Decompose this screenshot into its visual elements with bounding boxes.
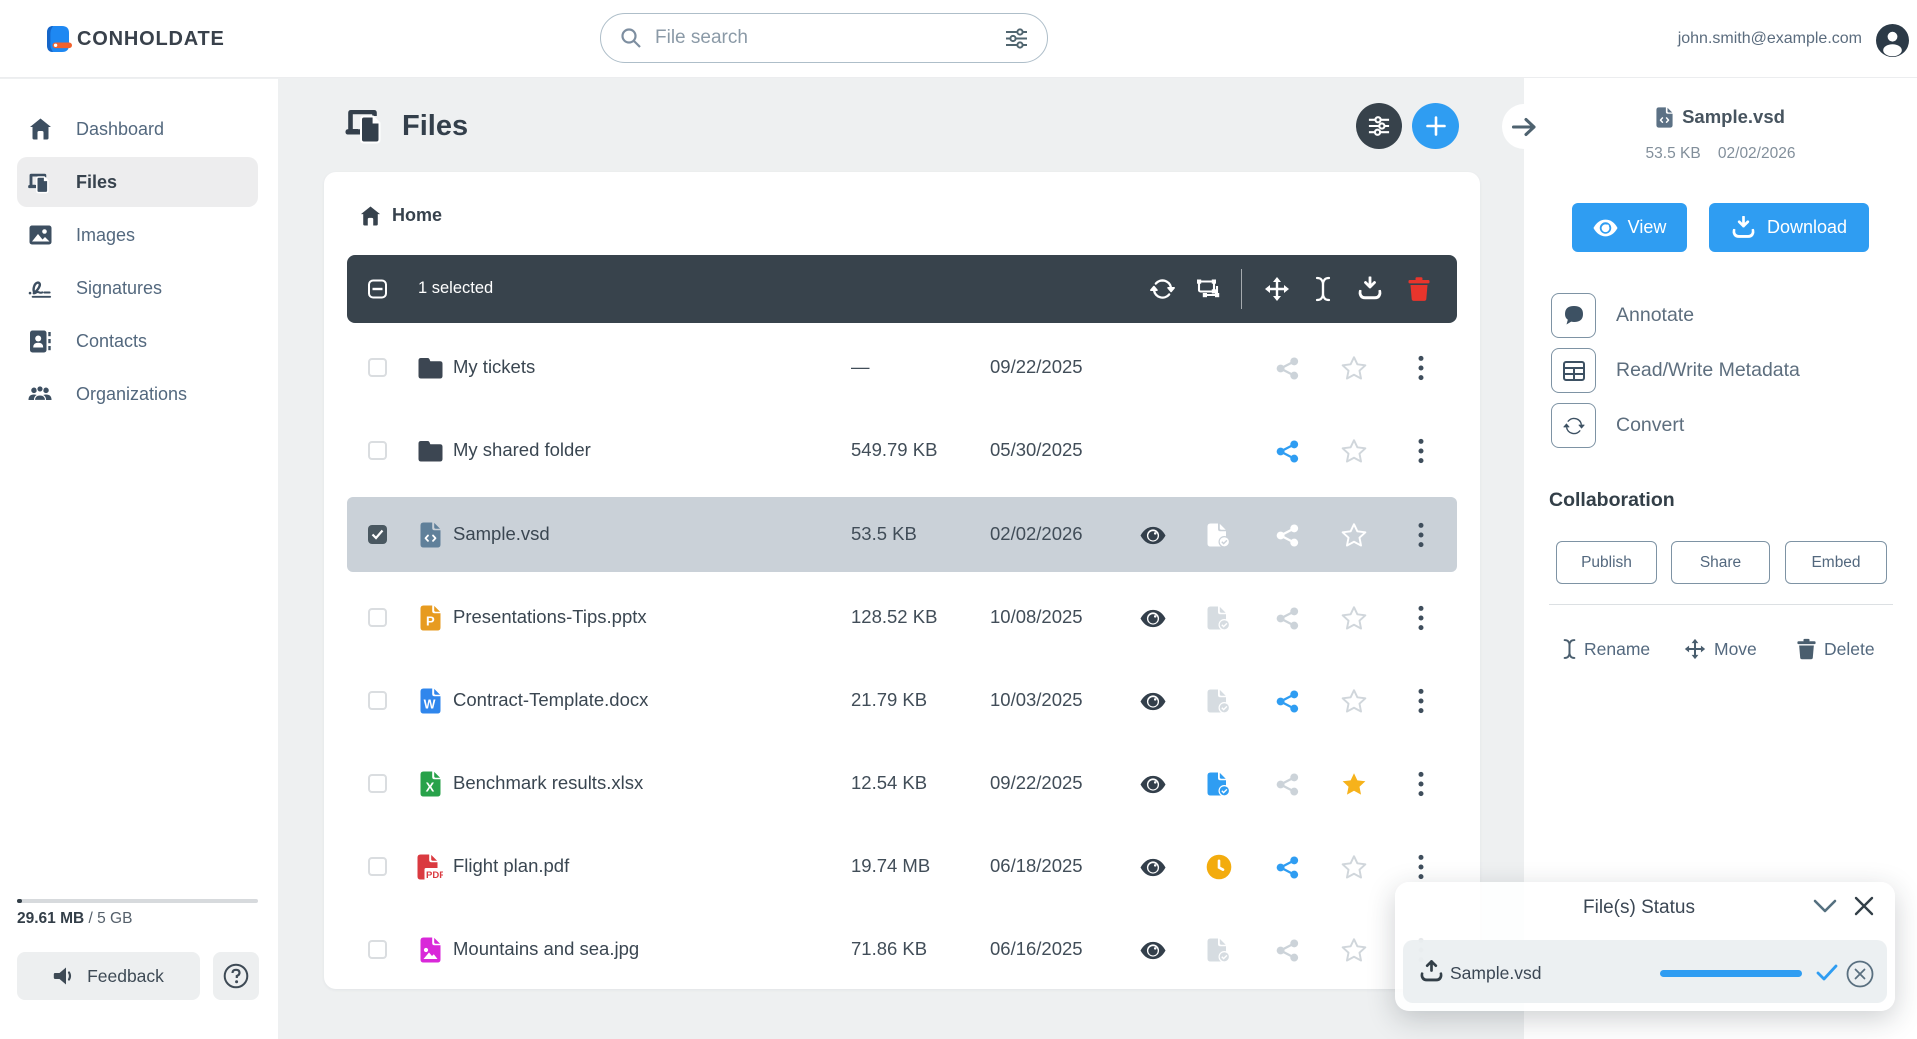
svg-text:W: W xyxy=(423,698,435,712)
svg-text:X: X xyxy=(425,780,434,795)
svg-text:PDF: PDF xyxy=(426,870,443,880)
svg-text:P: P xyxy=(426,614,435,629)
